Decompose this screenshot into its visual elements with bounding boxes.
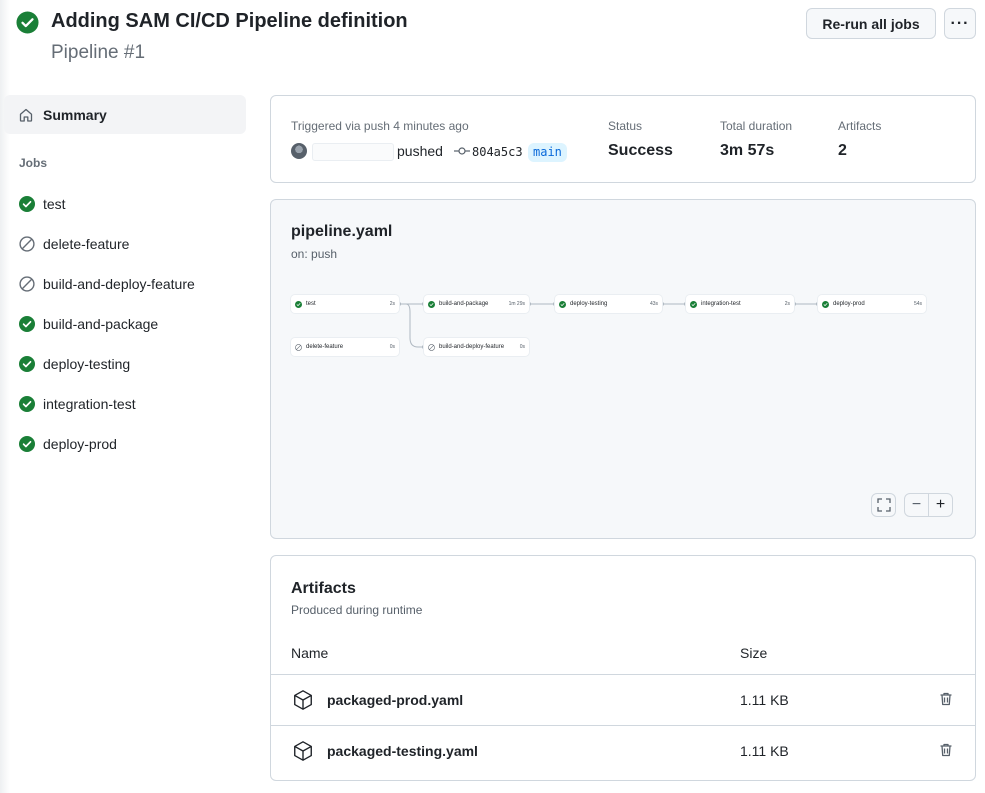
sidebar-item-job-label: test [43, 196, 66, 212]
check-circle-icon [428, 300, 435, 308]
artifacts-title: Artifacts [291, 580, 356, 597]
graph-job-node[interactable]: build-and-deploy-feature 0s [424, 338, 529, 356]
home-icon [19, 108, 33, 122]
minus-icon: − [911, 496, 922, 513]
graph-node-name: test [306, 301, 316, 307]
redacted-username [312, 143, 394, 161]
artifacts-subtitle: Produced during runtime [291, 603, 423, 617]
sidebar-item-job[interactable]: build-and-package [19, 314, 158, 334]
table-row: packaged-testing.yaml 1.11 KB [271, 726, 975, 776]
column-header-size: Size [740, 645, 768, 661]
check-circle-icon [690, 300, 697, 308]
graph-node-name: build-and-package [439, 301, 489, 307]
more-options-button[interactable]: ··· [944, 8, 976, 39]
skipped-icon [295, 343, 302, 351]
check-circle-icon [19, 356, 35, 372]
workflow-graph-card: pipeline.yaml on: push test 2s build-and-p… [270, 199, 976, 539]
skipped-icon [19, 276, 35, 292]
sidebar-item-job-label: build-and-package [43, 316, 159, 332]
status-value: Success [608, 142, 673, 159]
git-commit-icon [454, 147, 470, 155]
graph-node-duration: 43s [649, 301, 658, 307]
sidebar-item-job[interactable]: delete-feature [19, 234, 129, 254]
avatar[interactable] [291, 143, 307, 159]
graph-job-node[interactable]: test 2s [291, 295, 399, 313]
check-circle-icon [19, 436, 35, 452]
sidebar-item-job[interactable]: deploy-testing [19, 354, 130, 374]
trash-icon[interactable] [938, 691, 954, 707]
sidebar-item-job-label: deploy-prod [43, 436, 117, 452]
sidebar-item-summary[interactable]: Summary [4, 95, 246, 134]
total-duration-value: 3m 57s [720, 142, 775, 159]
check-circle-icon [19, 396, 35, 412]
jobs-heading: Jobs [19, 156, 48, 170]
sidebar-item-job[interactable]: build-and-deploy-feature [19, 274, 195, 294]
kebab-icon: ··· [950, 14, 970, 32]
graph-edges [396, 301, 821, 350]
workflow-run-title: Adding SAM CI/CD Pipeline definition [51, 10, 408, 32]
trash-icon[interactable] [938, 742, 954, 758]
artifact-size: 1.11 KB [740, 692, 789, 708]
graph-node-duration: 0s [519, 344, 525, 350]
artifacts-count-link[interactable]: 2 [838, 142, 847, 160]
sidebar-item-summary-label: Summary [43, 106, 107, 123]
rerun-all-jobs-button[interactable]: Re-run all jobs [806, 8, 936, 39]
run-summary-card: Triggered via push 4 minutes ago pushed … [270, 95, 976, 183]
zoom-out-button[interactable]: − [904, 493, 929, 517]
check-circle-icon [822, 300, 829, 308]
graph-node-name: build-and-deploy-feature [439, 344, 505, 350]
skipped-icon [19, 236, 35, 252]
graph-node-duration: 1m 29s [508, 301, 525, 307]
graph-node-duration: 54s [913, 301, 922, 307]
sidebar-item-job[interactable]: deploy-prod [19, 434, 117, 454]
pipeline-run-number: Pipeline #1 [51, 42, 146, 63]
column-header-name: Name [291, 645, 329, 661]
commit-sha-link[interactable]: 804a5c3 [472, 145, 523, 159]
sidebar-item-job-label: integration-test [43, 396, 136, 412]
graph-job-node[interactable]: build-and-package 1m 29s [424, 295, 529, 313]
graph-node-name: delete-feature [306, 344, 344, 350]
total-duration-label: Total duration [720, 119, 793, 133]
sidebar-item-job[interactable]: test [19, 194, 66, 214]
graph-node-duration: 0s [389, 344, 395, 350]
fullscreen-icon [876, 498, 891, 512]
graph-node-duration: 2s [784, 301, 790, 307]
sidebar-item-job-label: deploy-testing [43, 356, 131, 372]
package-icon [294, 690, 312, 710]
artifacts-count-label: Artifacts [838, 119, 882, 133]
graph-job-node[interactable]: deploy-testing 43s [555, 295, 662, 313]
artifact-size: 1.11 KB [740, 743, 789, 759]
graph-job-node[interactable]: delete-feature 0s [291, 338, 399, 356]
sidebar-item-job-label: delete-feature [43, 236, 130, 252]
status-label: Status [608, 119, 643, 133]
skipped-icon [428, 343, 435, 351]
sidebar-item-job[interactable]: integration-test [19, 394, 136, 414]
graph-job-node[interactable]: integration-test 2s [686, 295, 794, 313]
check-circle-icon [559, 300, 566, 308]
plus-icon: + [935, 496, 946, 513]
pushed-label: pushed [397, 143, 443, 159]
graph-node-name: integration-test [701, 301, 741, 307]
fullscreen-button[interactable] [871, 493, 896, 517]
branch-badge[interactable]: main [528, 143, 567, 162]
graph-node-name: deploy-testing [570, 301, 608, 307]
trigger-info: Triggered via push 4 minutes ago [291, 119, 469, 133]
graph-node-duration: 2s [389, 301, 395, 307]
graph-node-name: deploy-prod [833, 301, 865, 307]
artifact-name-link[interactable]: packaged-prod.yaml [327, 692, 463, 708]
artifact-name-link[interactable]: packaged-testing.yaml [327, 743, 478, 759]
check-circle-icon [19, 196, 35, 212]
artifacts-card: Artifacts Produced during runtime Name S… [270, 555, 976, 781]
check-circle-icon [16, 11, 39, 34]
zoom-in-button[interactable]: + [928, 493, 953, 517]
sidebar-item-job-label: build-and-deploy-feature [43, 276, 195, 292]
package-icon [294, 741, 312, 761]
check-circle-icon [295, 300, 302, 308]
table-row: packaged-prod.yaml 1.11 KB [271, 675, 975, 725]
check-circle-icon [19, 316, 35, 332]
graph-job-node[interactable]: deploy-prod 54s [818, 295, 926, 313]
